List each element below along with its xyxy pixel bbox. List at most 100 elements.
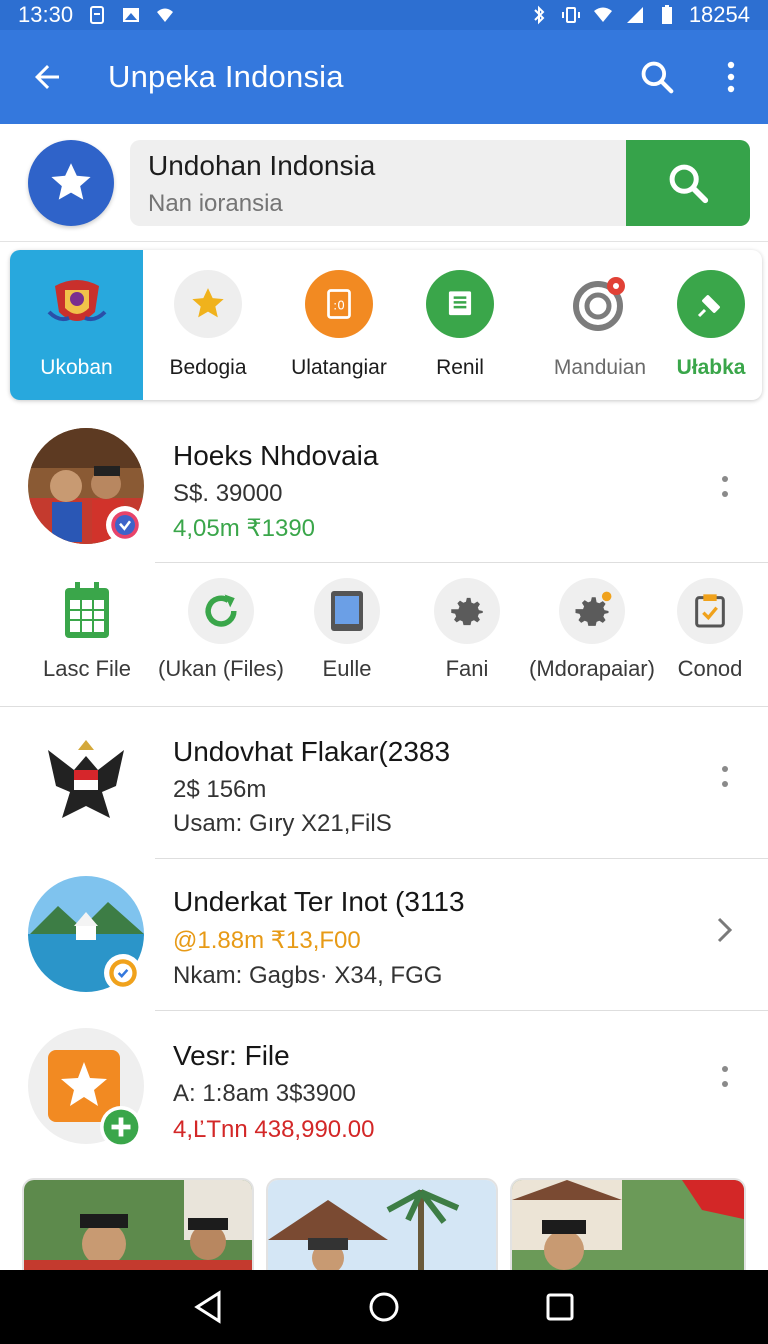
category-label: Ukoban (40, 356, 113, 379)
vibrate-icon (561, 7, 580, 23)
nav-recents-button[interactable] (530, 1277, 590, 1337)
tablet-icon (314, 578, 380, 644)
garuda-avatar (28, 726, 144, 842)
category-label: Bedogia (169, 356, 247, 379)
item-more-button[interactable] (710, 1056, 740, 1096)
category-label: Ułabka (676, 356, 746, 379)
photo-thumbnail[interactable] (22, 1178, 254, 1270)
category-bedogia[interactable]: Bedogia (143, 250, 273, 400)
circle-home-icon (369, 1292, 399, 1322)
star-icon (51, 163, 91, 200)
wifi-full-icon (593, 7, 612, 22)
search-icon (641, 61, 674, 94)
bluetooth-icon (534, 5, 545, 25)
image-icon (123, 8, 140, 22)
quick-action-mdorapaiar[interactable]: (Mdorapaiar) (522, 578, 662, 698)
signal-icon (626, 7, 643, 23)
square-recents-icon (546, 1293, 574, 1321)
nav-back-button[interactable] (178, 1277, 238, 1337)
quick-action-fani[interactable]: Fani (420, 578, 514, 698)
document-icon: :0 (305, 270, 373, 338)
category-ulabka[interactable]: Ułabka (660, 250, 762, 400)
item-title: Vesr: File (173, 1040, 290, 1071)
item-detail: Nkam: Gagbs· X34, FGG (173, 962, 443, 989)
category-ukoban[interactable]: Ukoban (10, 250, 143, 400)
arrow-back-icon (35, 65, 59, 89)
verified-badge (106, 506, 144, 544)
star-icon (174, 270, 242, 338)
heart-check-icon (111, 511, 139, 539)
chat-list-icon (426, 270, 494, 338)
item-more-button[interactable] (710, 756, 740, 796)
divider (155, 562, 768, 563)
divider (155, 858, 768, 859)
category-label: Renil (436, 356, 484, 379)
triangle-back-icon (194, 1290, 221, 1324)
satellite-icon (677, 270, 745, 338)
divider (0, 706, 768, 707)
category-strip: Ukoban Bedogia :0 Ulatangiar Renil Mandu… (10, 250, 762, 400)
search-header: Undohan Indonsia Nan ioransia (0, 124, 768, 242)
shield-check-icon (109, 959, 137, 987)
list-item[interactable]: Undovhat Flakar(2383 2$ 156m Usam: Gıry … (0, 722, 768, 857)
category-label: Ulatangiar (291, 356, 387, 379)
category-label: Manduian (553, 356, 647, 379)
search-icon (669, 164, 709, 204)
item-title: Hoeks Nhdovaia (173, 440, 379, 471)
chevron-right-icon (717, 917, 733, 943)
search-submit-button[interactable] (626, 140, 750, 226)
status-time: 13:30 (18, 2, 74, 27)
status-bar: 13:30 18254 (0, 0, 768, 30)
wifi-icon (157, 8, 174, 22)
back-button[interactable] (0, 30, 94, 124)
category-renil[interactable]: Renil (405, 250, 515, 400)
category-ulatangiar[interactable]: :0 Ulatangiar (273, 250, 405, 400)
photo-thumbnail[interactable] (510, 1178, 746, 1270)
page-title: Unpeka Indonsia (108, 59, 344, 94)
list-item[interactable]: Hoeks Nhdovaia S$. 39000 4,05m ₹1390 (0, 428, 768, 563)
search-query: Undohan Indonsia (148, 150, 376, 181)
app-bar: Unpeka Indonsia (0, 30, 768, 124)
sim-icon (90, 6, 105, 24)
item-open-button[interactable] (710, 910, 740, 950)
list-item[interactable]: Underkat Ter Inot (3113 @1.88m ₹13,F00 N… (0, 876, 768, 1011)
category-manduian[interactable]: Manduian (540, 250, 660, 400)
more-vert-icon (727, 61, 735, 93)
gear-icon (434, 578, 500, 644)
item-detail: 4,05m ₹1390 (173, 515, 316, 542)
quick-action-eulle[interactable]: Eulle (300, 578, 394, 698)
item-subtitle: @1.88m ₹13,F00 (173, 927, 361, 954)
add-badge (100, 1106, 142, 1148)
nav-home-button[interactable] (354, 1277, 414, 1337)
list-item[interactable]: Vesr: File A: 1:8am 3$3900 4,ĽTnn 438,99… (0, 1028, 768, 1168)
svg-text::0: :0 (333, 298, 345, 312)
quick-action-ukan-files[interactable]: (Ukan (Files) (154, 578, 288, 698)
search-field[interactable]: Undohan Indonsia Nan ioransia (130, 140, 750, 226)
quick-action-label: Eulle (322, 656, 372, 681)
quick-action-label: Conod (677, 656, 743, 681)
quick-action-label: Fani (445, 656, 489, 681)
search-button[interactable] (620, 30, 694, 124)
divider (155, 1010, 768, 1011)
verified-badge (104, 954, 142, 992)
status-battery-text: 18254 (688, 2, 750, 27)
photo-thumbnail[interactable] (266, 1178, 498, 1270)
settings-badge-icon (559, 578, 625, 644)
plus-icon (103, 1109, 139, 1145)
item-more-button[interactable] (710, 466, 740, 506)
quick-action-lasc-file[interactable]: Lasc File (28, 578, 146, 698)
system-nav-bar (0, 1270, 768, 1344)
clipboard-check-icon (677, 578, 743, 644)
item-title: Undovhat Flakar(2383 (173, 736, 451, 767)
battery-icon (661, 5, 672, 24)
calendar-icon (54, 578, 120, 644)
quick-action-conod[interactable]: Conod (668, 578, 752, 698)
quick-action-label: Lasc File (42, 656, 132, 681)
target-icon (566, 270, 634, 338)
item-detail: 4,ĽTnn 438,990.00 (173, 1116, 375, 1143)
item-detail: Usam: Gıry X21,FilS (173, 810, 392, 837)
brand-logo (28, 140, 114, 226)
item-title: Underkat Ter Inot (3113 (173, 886, 465, 917)
more-options-button[interactable] (694, 30, 768, 124)
refresh-icon (188, 578, 254, 644)
